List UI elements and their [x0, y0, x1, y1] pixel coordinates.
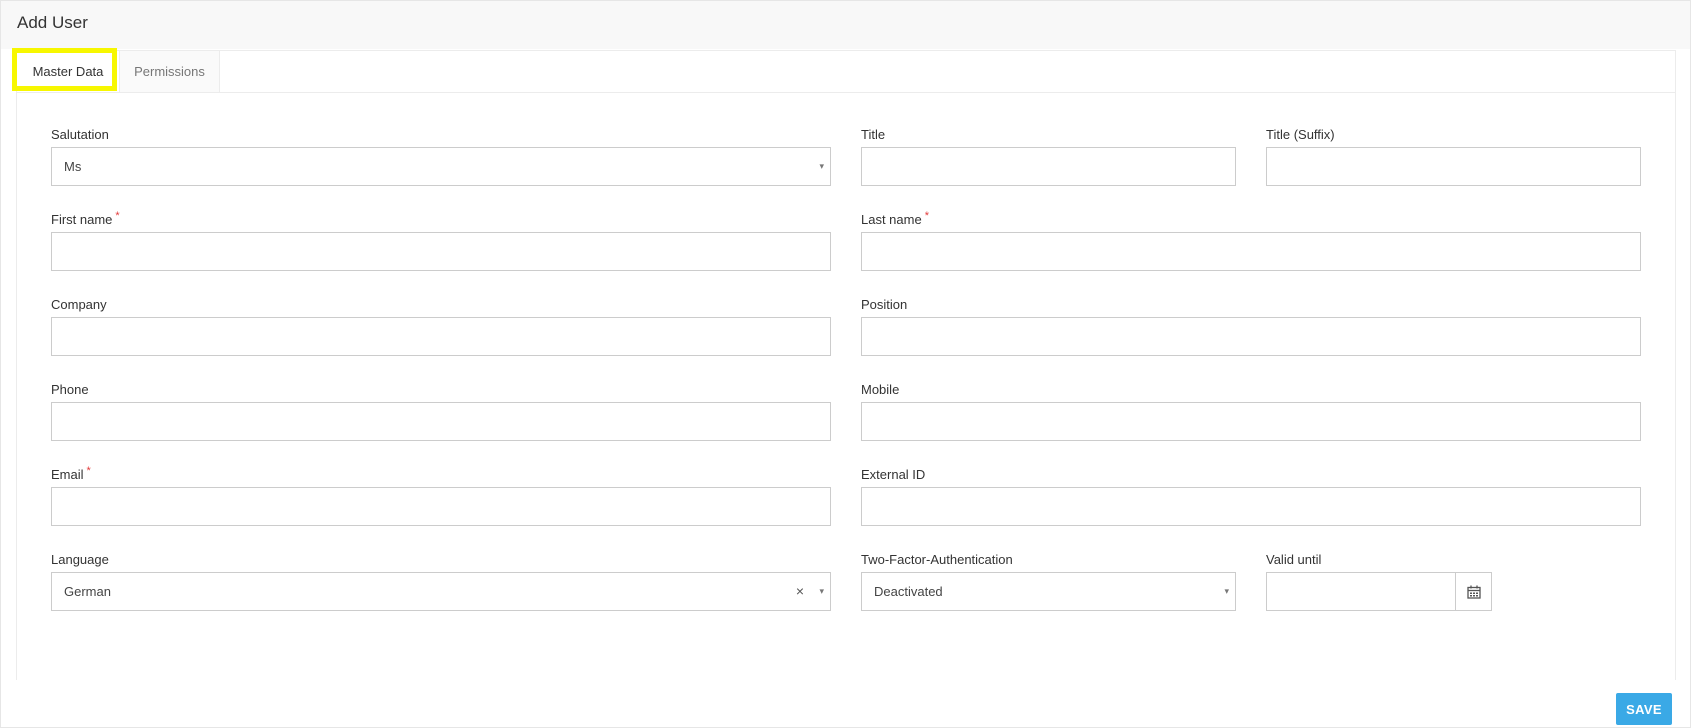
external-id-label-text: External ID: [861, 467, 926, 482]
first-name-label-text: First name: [51, 212, 113, 227]
valid-until-label: Valid until: [1266, 552, 1321, 567]
email-label: Email *: [51, 465, 91, 482]
two-factor-label-text: Two-Factor-Authentication: [861, 552, 1013, 567]
title-suffix-label: Title (Suffix): [1266, 127, 1335, 142]
required-marker: *: [924, 210, 929, 222]
language-label: Language: [51, 552, 109, 567]
title-suffix-label-text: Title (Suffix): [1266, 127, 1335, 142]
valid-until-label-text: Valid until: [1266, 552, 1322, 567]
mobile-input[interactable]: [861, 402, 1641, 441]
tab-master-data[interactable]: Master Data: [12, 48, 120, 92]
position-label: Position: [861, 297, 907, 312]
two-factor-select[interactable]: Deactivated ▾: [861, 572, 1236, 611]
tab-bar: Master Data Permissions: [12, 48, 1675, 93]
external-id-input[interactable]: [861, 487, 1641, 526]
company-input[interactable]: [51, 317, 831, 356]
mobile-label: Mobile: [861, 382, 899, 397]
calendar-icon: [1467, 585, 1481, 599]
language-label-text: Language: [51, 552, 109, 567]
required-marker: *: [115, 210, 120, 222]
chevron-down-icon: ▾: [819, 161, 824, 171]
external-id-label: External ID: [861, 467, 925, 482]
save-button[interactable]: SAVE: [1616, 693, 1672, 725]
page-footer: [1, 680, 1690, 727]
phone-label-text: Phone: [51, 382, 89, 397]
phone-label: Phone: [51, 382, 89, 397]
title-suffix-input[interactable]: [1266, 147, 1641, 186]
email-input[interactable]: [51, 487, 831, 526]
title-label: Title: [861, 127, 885, 142]
page-header: Add User: [1, 1, 1690, 49]
salutation-value: Ms: [64, 159, 82, 174]
language-value: German: [64, 584, 111, 599]
two-factor-label: Two-Factor-Authentication: [861, 552, 1013, 567]
company-label: Company: [51, 297, 107, 312]
chevron-down-icon: ▾: [1224, 586, 1229, 596]
phone-input[interactable]: [51, 402, 831, 441]
salutation-label-text: Salutation: [51, 127, 109, 142]
close-icon[interactable]: ×: [796, 573, 804, 610]
company-label-text: Company: [51, 297, 107, 312]
page-title: Add User: [17, 13, 88, 32]
last-name-input[interactable]: [861, 232, 1641, 271]
title-input[interactable]: [861, 147, 1236, 186]
two-factor-value: Deactivated: [874, 584, 943, 599]
first-name-input[interactable]: [51, 232, 831, 271]
date-picker-button[interactable]: [1455, 572, 1492, 611]
valid-until-input[interactable]: [1266, 572, 1456, 611]
last-name-label: Last name *: [861, 210, 929, 227]
chevron-down-icon: ▾: [819, 586, 824, 596]
last-name-label-text: Last name: [861, 212, 922, 227]
position-input[interactable]: [861, 317, 1641, 356]
salutation-label: Salutation: [51, 127, 109, 142]
language-select[interactable]: German × ▾: [51, 572, 831, 611]
email-label-text: Email: [51, 467, 84, 482]
tab-permissions[interactable]: Permissions: [120, 51, 220, 92]
title-label-text: Title: [861, 127, 886, 142]
required-marker: *: [86, 465, 91, 477]
first-name-label: First name *: [51, 210, 120, 227]
position-label-text: Position: [861, 297, 908, 312]
mobile-label-text: Mobile: [861, 382, 900, 397]
salutation-select[interactable]: Ms ▾: [51, 147, 831, 186]
